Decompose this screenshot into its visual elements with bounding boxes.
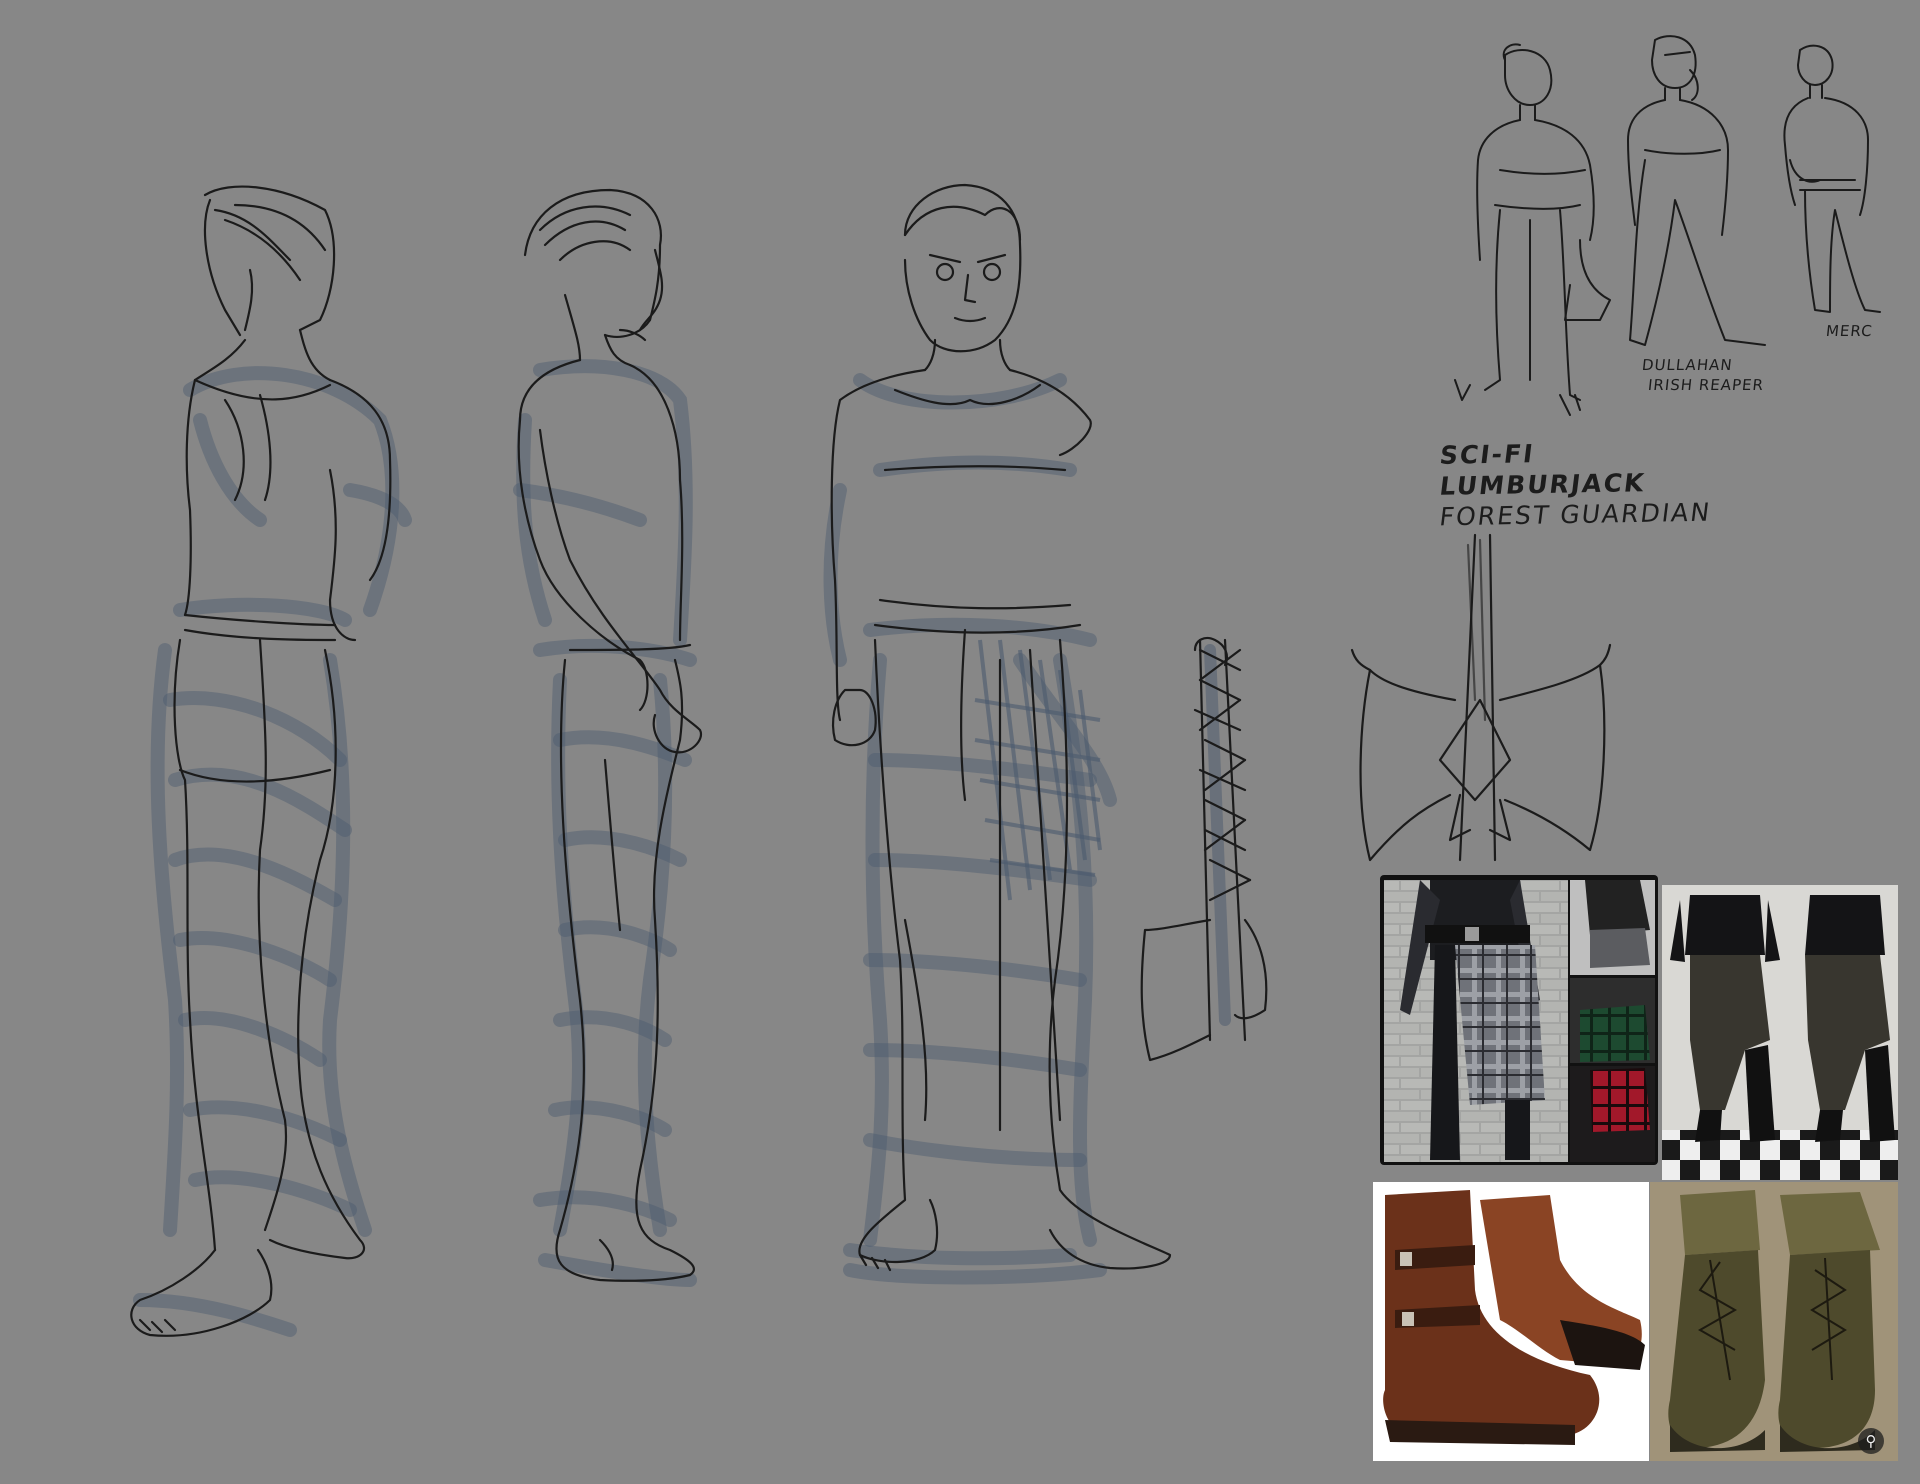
note-irish-reaper: IRISH REAPER — [1647, 376, 1765, 394]
figure-front-view — [823, 183, 1172, 1285]
olive-lace-up-boots — [1650, 1182, 1898, 1461]
brown-leather-boots — [1373, 1182, 1649, 1461]
figure-back-view — [130, 185, 412, 1337]
zoom-icon[interactable]: ⚲ — [1858, 1428, 1884, 1454]
sketch-canvas — [130, 35, 1898, 1461]
note-lumberjack: LUMBURJACK — [1437, 468, 1648, 501]
note-merc: MERC — [1825, 322, 1874, 340]
note-dullahan: DULLAHAN — [1641, 356, 1734, 374]
note-scifi: SCI-FI — [1438, 439, 1537, 470]
kilt-outfits-collage — [1380, 875, 1658, 1165]
note-forest-guardian: FOREST GUARDIAN — [1437, 497, 1713, 532]
axe-sketch-large — [1350, 533, 1612, 862]
axe-sketch-small — [1140, 636, 1268, 1062]
cargo-pants-pair — [1662, 885, 1898, 1180]
figure-side-view — [513, 188, 703, 1287]
